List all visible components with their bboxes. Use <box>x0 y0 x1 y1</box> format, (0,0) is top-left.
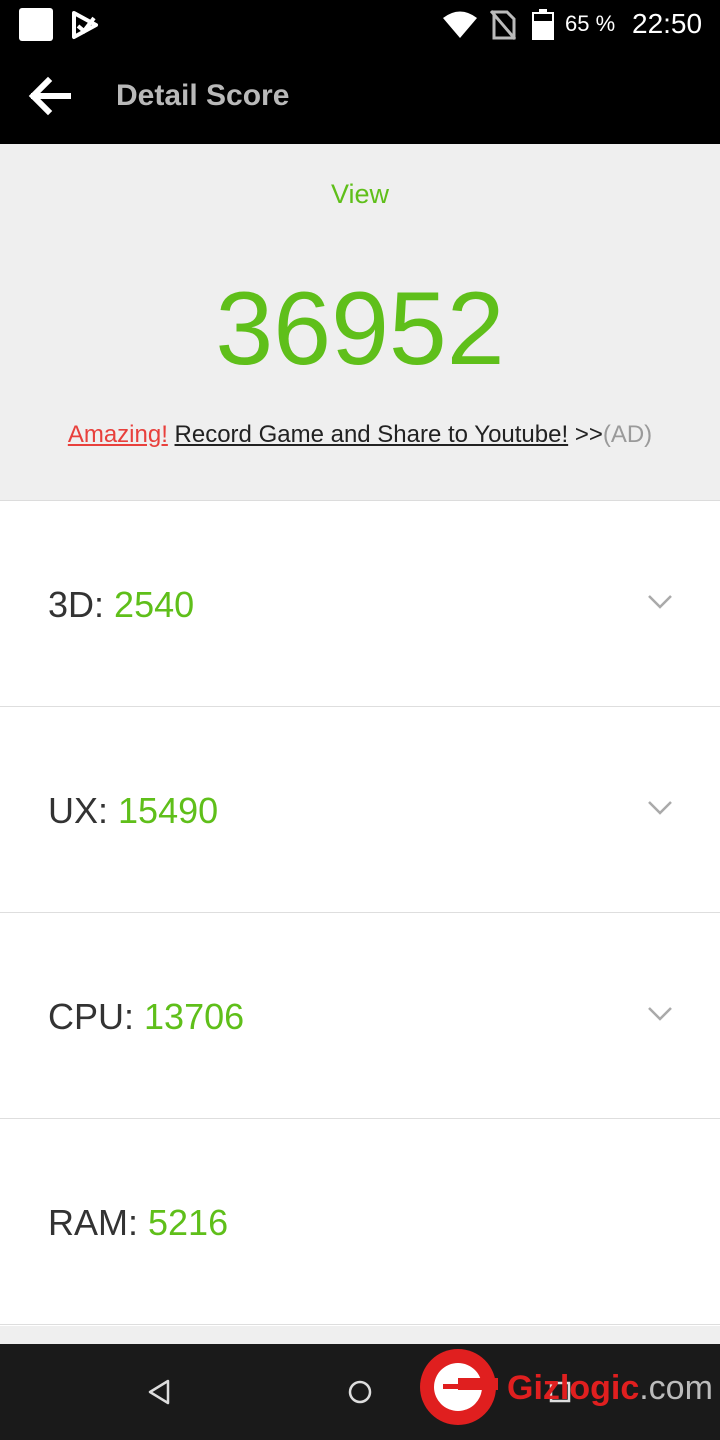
score-row-ram[interactable]: RAM: 5216 <box>0 1119 720 1325</box>
content-bottom-spacer <box>0 1326 720 1344</box>
notification-square-icon <box>19 8 53 41</box>
watermark-brand: Gizlogic <box>507 1369 640 1407</box>
score-row-cpu[interactable]: CPU: 13706 <box>0 913 720 1119</box>
home-circle-icon[interactable] <box>342 1374 378 1410</box>
score-label-row: 3D: 2540 <box>48 585 194 625</box>
ad-arrows: >> <box>574 421 603 448</box>
score-value: 5216 <box>148 1202 229 1243</box>
watermark-text: Gizlogic.com <box>507 1368 713 1408</box>
score-label-row: UX: 15490 <box>48 791 218 831</box>
play-store-icon <box>72 11 98 39</box>
score-value: 15490 <box>118 790 219 831</box>
gizlogic-logo-icon <box>420 1349 498 1425</box>
ad-amazing-link[interactable]: Amazing! <box>68 421 168 448</box>
ad-record-link[interactable]: Record Game and Share to Youtube! <box>175 421 569 448</box>
total-score: 36952 <box>215 271 505 387</box>
ad-tag: (AD) <box>602 421 653 448</box>
back-triangle-icon[interactable] <box>142 1374 178 1410</box>
score-row-ux[interactable]: UX: 15490 <box>0 707 720 913</box>
score-row-3d[interactable]: 3D: 2540 <box>0 501 720 707</box>
score-label: RAM: <box>48 1202 138 1243</box>
page-title: Detail Score <box>116 79 290 112</box>
wifi-icon <box>443 11 477 38</box>
battery-icon <box>532 9 554 40</box>
gizlogic-watermark: Gizlogic.com <box>415 1344 715 1430</box>
score-label-row: CPU: 13706 <box>48 997 244 1037</box>
score-value: 13706 <box>144 996 245 1037</box>
view-label[interactable]: View <box>0 178 720 210</box>
score-label: UX: <box>48 790 109 831</box>
ad-banner[interactable]: Amazing! Record Game and Share to Youtub… <box>0 420 720 450</box>
status-bar: 65 % 22:50 <box>0 0 720 48</box>
chevron-down-icon[interactable] <box>647 1005 673 1023</box>
score-label: CPU: <box>48 996 135 1037</box>
watermark-suffix: .com <box>639 1369 713 1407</box>
score-summary: View 36952 Amazing! Record Game and Shar… <box>0 144 720 501</box>
chevron-down-icon[interactable] <box>647 593 673 611</box>
chevron-down-icon[interactable] <box>647 799 673 817</box>
score-label: 3D: <box>48 584 105 625</box>
score-value: 2540 <box>114 584 195 625</box>
score-label-row: RAM: 5216 <box>48 1203 228 1243</box>
battery-percent: 65 % <box>565 11 616 36</box>
clock: 22:50 <box>632 8 703 39</box>
no-sim-icon <box>490 10 516 40</box>
app-bar: Detail Score <box>0 48 720 144</box>
back-arrow-icon[interactable] <box>26 76 74 116</box>
